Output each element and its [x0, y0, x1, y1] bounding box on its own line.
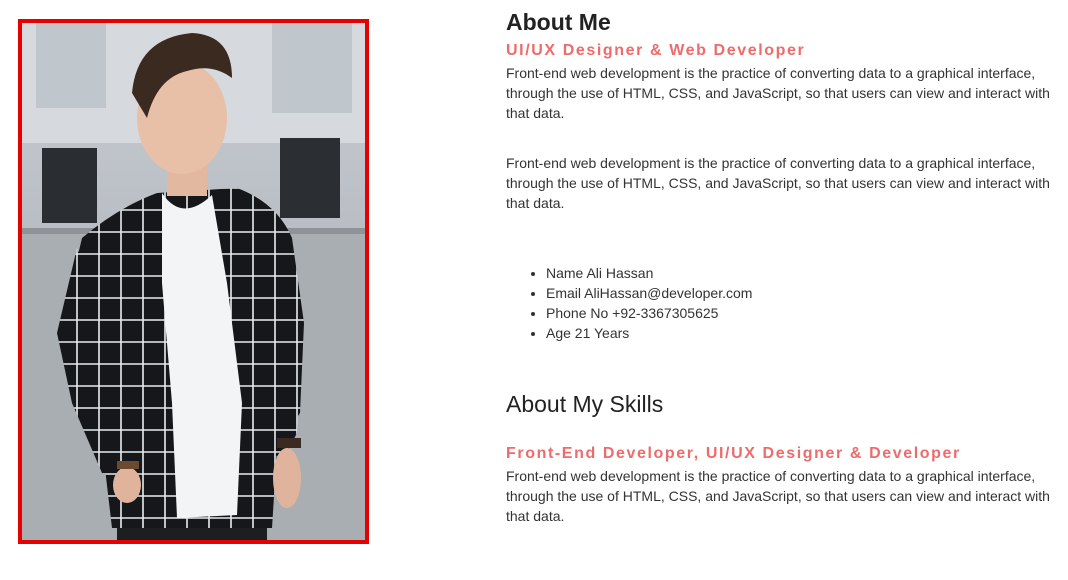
profile-photo-illustration [22, 23, 365, 540]
profile-photo [18, 19, 369, 544]
detail-name: Name Ali Hassan [546, 263, 752, 283]
about-paragraph-1: Front-end web development is the practic… [506, 65, 1050, 121]
about-paragraph-2: Front-end web development is the practic… [506, 155, 1050, 211]
personal-details-list: Name Ali Hassan Email AliHassan@develope… [506, 263, 752, 343]
detail-email: Email AliHassan@developer.com [546, 283, 752, 303]
detail-phone: Phone No +92-3367305625 [546, 303, 752, 323]
about-role-subtitle: UI/UX Designer & Web Developer [506, 42, 806, 59]
about-me-heading: About Me [506, 9, 611, 35]
skills-heading: About My Skills [506, 391, 664, 417]
skills-role-subtitle: Front-End Developer, UI/UX Designer & De… [506, 445, 961, 462]
skills-paragraph: Front-end web development is the practic… [506, 468, 1050, 524]
detail-age: Age 21 Years [546, 323, 752, 343]
